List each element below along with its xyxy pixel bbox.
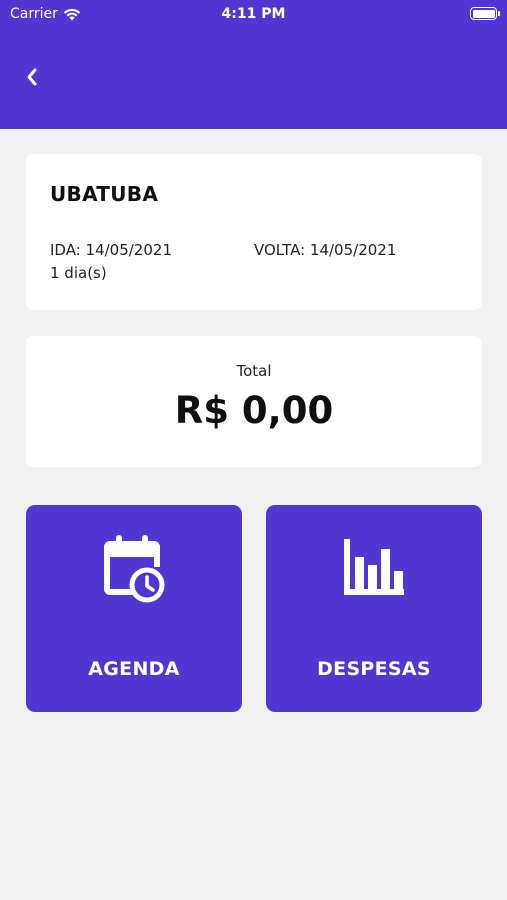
total-value: R$ 0,00 [174, 389, 334, 432]
back-button[interactable] [18, 62, 46, 92]
calendar-clock-icon [26, 533, 242, 603]
despesas-label: DESPESAS [317, 658, 431, 680]
trip-return-date: VOLTA: 14/05/2021 [254, 241, 397, 259]
total-label: Total [236, 362, 272, 380]
bar-chart-icon [266, 533, 482, 603]
status-bar: Carrier 4:11 PM [0, 0, 507, 30]
chevron-left-icon [27, 68, 37, 86]
status-time: 4:11 PM [221, 6, 286, 22]
trip-departure-date: IDA: 14/05/2021 [50, 241, 172, 259]
app-header: Carrier 4:11 PM [0, 0, 507, 129]
agenda-button[interactable]: AGENDA [26, 505, 242, 712]
despesas-button[interactable]: DESPESAS [266, 505, 482, 712]
trip-name: UBATUBA [50, 182, 159, 206]
trip-card: UBATUBA IDA: 14/05/2021 VOLTA: 14/05/202… [26, 154, 482, 310]
total-card: Total R$ 0,00 [26, 336, 482, 467]
agenda-label: AGENDA [88, 658, 180, 680]
trip-duration: 1 dia(s) [50, 264, 107, 282]
battery-icon [470, 7, 500, 20]
